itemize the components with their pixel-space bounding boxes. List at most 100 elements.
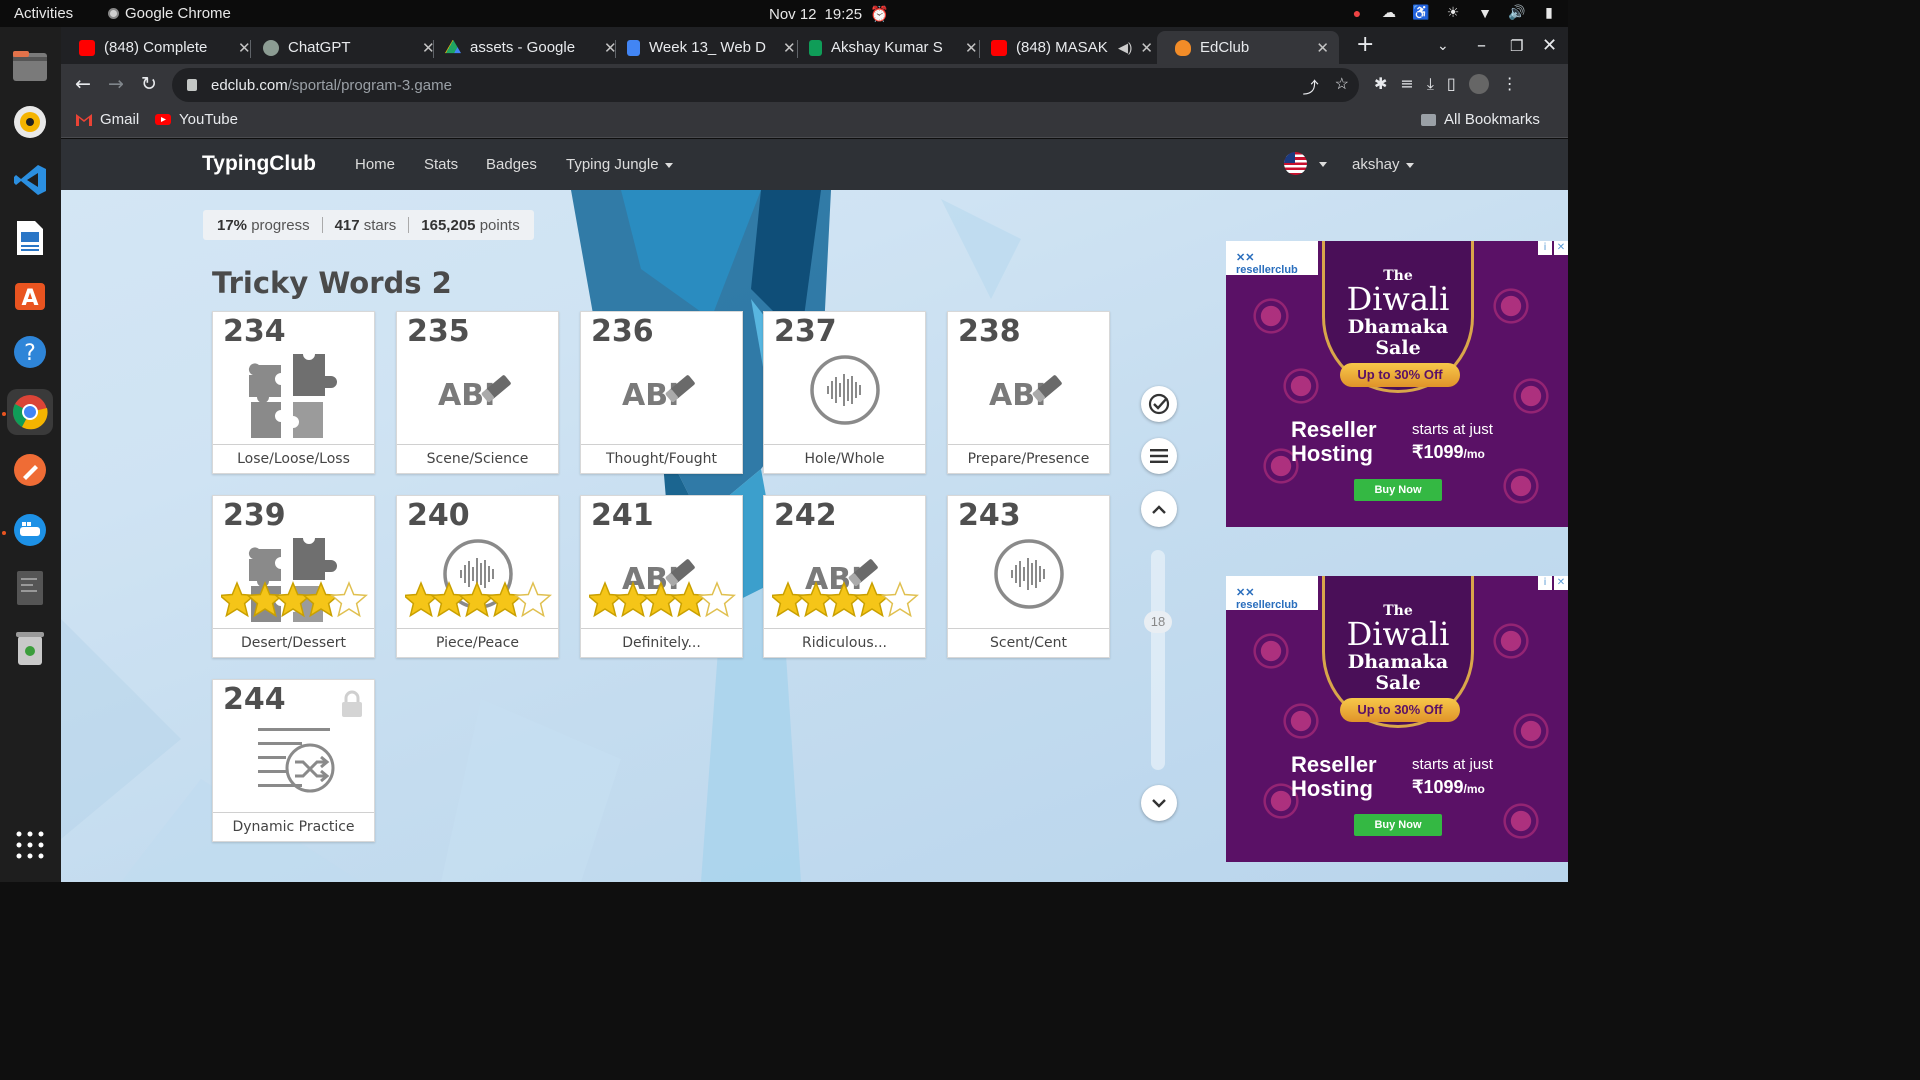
star-rating: [402, 580, 555, 620]
profile-avatar-icon[interactable]: [1468, 74, 1489, 94]
chevron-down-icon[interactable]: [1319, 162, 1327, 167]
ad-buy-now-button[interactable]: Buy Now: [1354, 814, 1442, 836]
bookmark-youtube[interactable]: YouTube: [155, 111, 238, 128]
puzzle-icon: [213, 350, 376, 440]
chevron-down-icon: [1152, 799, 1166, 808]
star-rating: [218, 580, 371, 620]
star: [825, 581, 863, 618]
star: [458, 581, 496, 618]
scroll-down-button[interactable]: [1141, 785, 1177, 821]
postman-icon[interactable]: [7, 447, 53, 493]
files-app-icon[interactable]: [7, 43, 53, 89]
lesson-card[interactable]: 239 Desert/Dessert: [212, 495, 375, 658]
page-content: TypingClub Home Stats Badges Typing Jung…: [61, 139, 1568, 882]
nav-stats[interactable]: Stats: [424, 156, 458, 173]
side-panel-icon[interactable]: ▯: [1447, 74, 1456, 94]
lesson-card[interactable]: 240 Piece/Peace: [396, 495, 559, 658]
ad-subtitle: Dhamaka Sale: [1347, 651, 1449, 694]
address-bar[interactable]: edclub.com/sportal/program-3.game ⤴ ☆: [172, 68, 1359, 102]
minimize-icon[interactable]: –: [1477, 35, 1486, 56]
trash-icon[interactable]: [7, 625, 53, 671]
lesson-card-locked[interactable]: 244 Dynamic Practice: [212, 679, 375, 842]
lesson-card[interactable]: 236 ABI Thought/Fought: [580, 311, 743, 474]
star-rating: [586, 580, 739, 620]
clock[interactable]: Nov 12 19:25 ⏰: [769, 5, 889, 24]
new-tab-icon[interactable]: +: [1356, 32, 1374, 57]
running-indicator: [2, 531, 6, 535]
ad-buy-now-button[interactable]: Buy Now: [1354, 479, 1442, 501]
close-window-icon[interactable]: ✕: [1542, 35, 1557, 56]
download-icon[interactable]: ⤓: [1427, 74, 1434, 94]
ad-choices[interactable]: i ✕: [1538, 241, 1568, 255]
check-circle-icon: [1148, 393, 1170, 415]
browser-tab[interactable]: Week 13_ Web D ✕: [609, 31, 806, 64]
user-menu[interactable]: akshay: [1352, 156, 1414, 173]
lesson-label: Desert/Dessert: [213, 628, 374, 657]
close-tab-icon[interactable]: ✕: [1316, 39, 1329, 57]
nav-typing-jungle[interactable]: Typing Jungle: [566, 156, 673, 173]
activities-button[interactable]: Activities: [14, 5, 73, 22]
check-circle-button[interactable]: [1141, 386, 1177, 422]
reload-icon[interactable]: ↻: [137, 73, 161, 95]
ad-brand: ✕✕ resellerclub: [1226, 576, 1318, 611]
lesson-card[interactable]: 237 Hole/Whole: [763, 311, 926, 474]
bookmark-star-icon[interactable]: ☆: [1335, 74, 1349, 98]
language-flag-icon[interactable]: [1284, 152, 1307, 175]
show-apps-icon[interactable]: [7, 822, 53, 868]
lesson-card[interactable]: 235 ABI Scene/Science: [396, 311, 559, 474]
ad-starts: starts at just: [1412, 421, 1493, 438]
lesson-card[interactable]: 238 ABI Prepare/Presence: [947, 311, 1110, 474]
browser-tab[interactable]: assets - Google ✕: [427, 31, 627, 64]
ad-banner[interactable]: ✕✕ resellerclub i ✕ The Diwali Dhamaka Sale Up…: [1226, 576, 1568, 862]
lesson-label: Definitely...: [581, 628, 742, 657]
share-icon[interactable]: ⤴: [1303, 74, 1319, 98]
tab-search-icon[interactable]: ⌄: [1437, 38, 1449, 54]
ad-choices[interactable]: i ✕: [1538, 576, 1568, 590]
rhythmbox-icon[interactable]: [7, 99, 53, 145]
reading-list-icon[interactable]: ≡: [1400, 74, 1413, 94]
browser-tab[interactable]: Akshay Kumar S ✕: [791, 31, 988, 64]
close-tab-icon[interactable]: ✕: [1140, 39, 1153, 57]
accessibility-icon: ♿: [1412, 4, 1430, 20]
docker-icon[interactable]: [7, 507, 53, 553]
all-bookmarks[interactable]: All Bookmarks: [1417, 111, 1540, 128]
level-scroll-track[interactable]: [1151, 550, 1165, 770]
scroll-up-button[interactable]: [1141, 491, 1177, 527]
gmail-icon: [76, 114, 92, 126]
ad-info-icon: i: [1538, 576, 1552, 590]
ad-price: ₹1099/mo: [1412, 777, 1485, 797]
nav-badges[interactable]: Badges: [486, 156, 537, 173]
audio-playing-icon[interactable]: ◀): [1118, 40, 1132, 56]
back-arrow-icon[interactable]: ←: [71, 73, 95, 95]
lesson-label: Piece/Peace: [397, 628, 558, 657]
lesson-card[interactable]: 241 ABI Definitely...: [580, 495, 743, 658]
chrome-dock-icon[interactable]: [7, 389, 53, 435]
libreoffice-writer-icon[interactable]: [7, 215, 53, 261]
forward-arrow-icon[interactable]: →: [104, 73, 128, 95]
text-editor-icon[interactable]: [7, 565, 53, 611]
site-logo[interactable]: TypingClub: [202, 152, 316, 176]
app-menu[interactable]: Google Chrome: [108, 5, 231, 22]
ad-banner[interactable]: ✕✕ resellerclub i ✕ The Diwali Dhamaka Sale Up…: [1226, 241, 1568, 527]
browser-tab[interactable]: ChatGPT ✕: [245, 31, 445, 64]
system-tray[interactable]: ● ☁ ♿ ☀ ▼ 🔊 ▮: [1348, 4, 1558, 21]
restore-icon[interactable]: ❐: [1510, 37, 1523, 55]
menu-button[interactable]: [1141, 438, 1177, 474]
software-center-icon[interactable]: A: [7, 271, 53, 317]
lesson-label: Lose/Loose/Loss: [213, 444, 374, 473]
folder-icon: [1421, 113, 1436, 126]
lesson-card[interactable]: 234 Lose/Loose/Loss: [212, 311, 375, 474]
browser-tab[interactable]: (848) Complete ✕: [61, 31, 261, 64]
bookmark-gmail[interactable]: Gmail: [76, 111, 139, 128]
ad-close-icon: ✕: [1554, 576, 1568, 590]
abc-eraser-icon: ABI: [397, 350, 560, 440]
nav-home[interactable]: Home: [355, 156, 395, 173]
browser-tab-active[interactable]: EdClub ✕: [1157, 31, 1339, 64]
extensions-puzzle-icon[interactable]: ✱: [1374, 74, 1387, 94]
chrome-menu-icon[interactable]: ⋮: [1502, 74, 1518, 94]
lesson-card[interactable]: 243 Scent/Cent: [947, 495, 1110, 658]
lesson-card[interactable]: 242 ABI Ridiculous...: [763, 495, 926, 658]
vscode-icon[interactable]: [7, 157, 53, 203]
help-icon[interactable]: ?: [7, 329, 53, 375]
browser-tab[interactable]: (848) MASAK ◀) ✕: [973, 31, 1163, 64]
